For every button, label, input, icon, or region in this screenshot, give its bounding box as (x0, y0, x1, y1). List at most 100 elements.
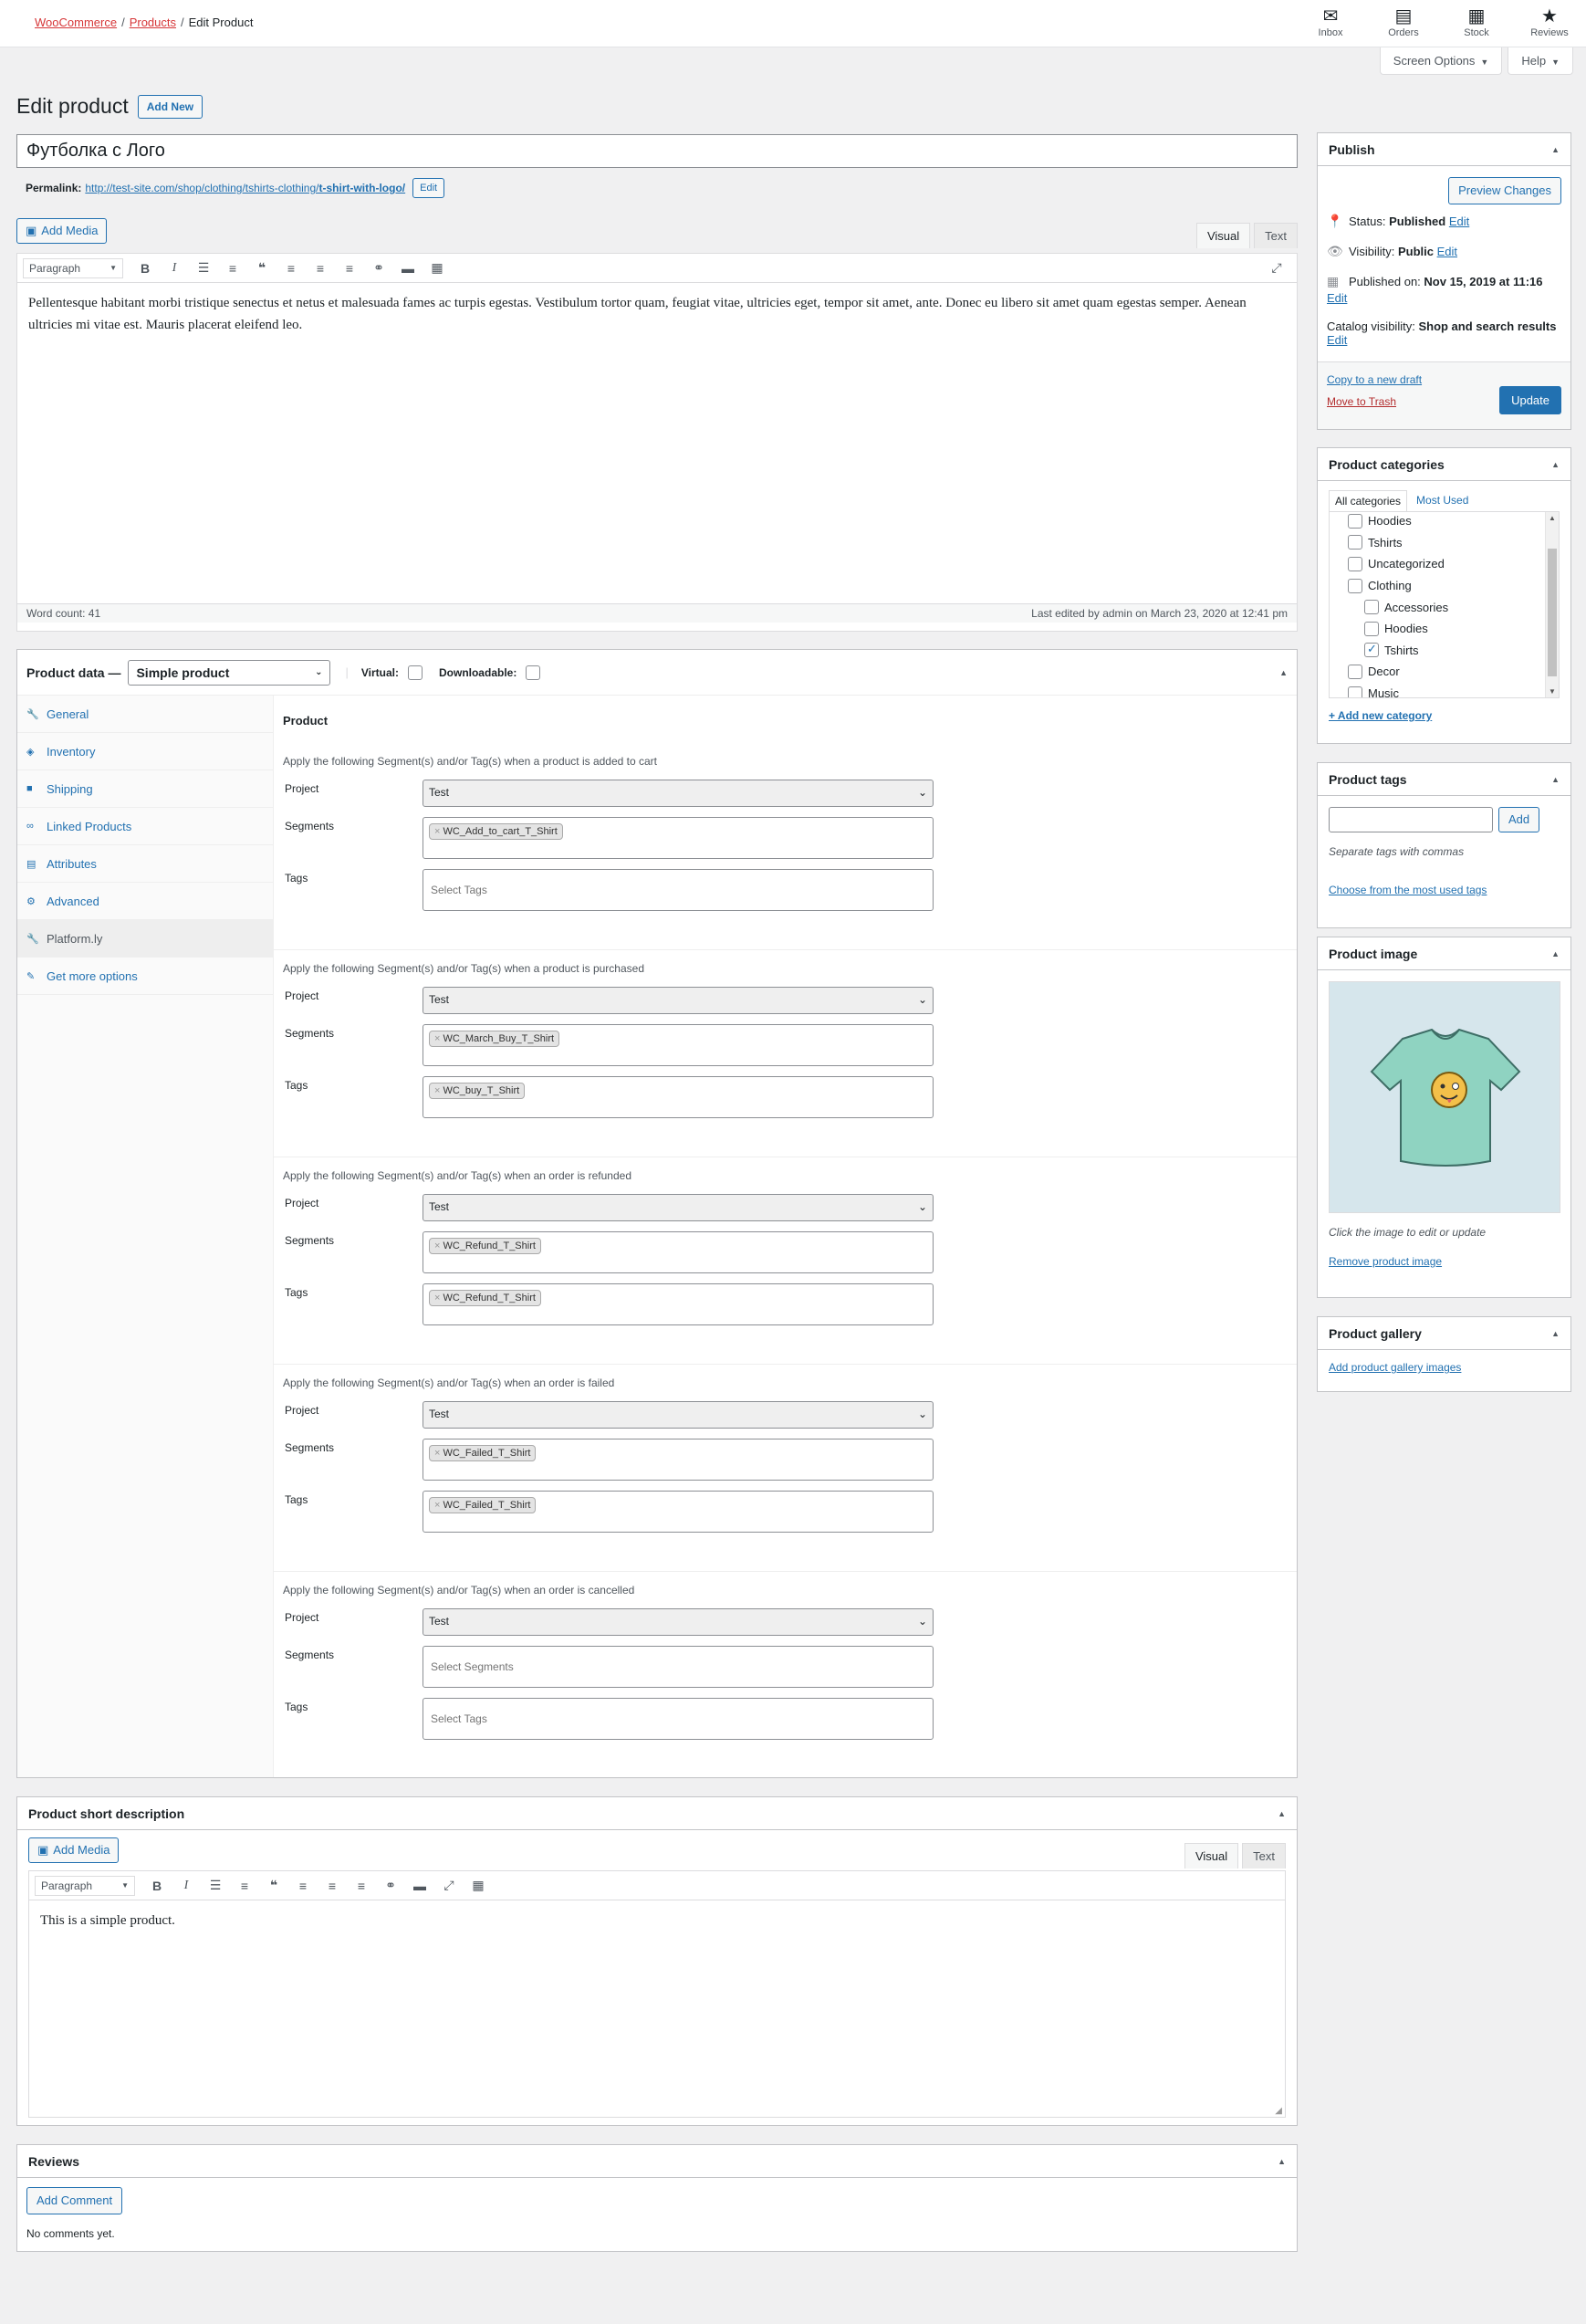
category-checkbox[interactable] (1348, 686, 1362, 697)
permalink-link[interactable]: http://test-site.com/shop/clothing/tshir… (85, 182, 409, 194)
bold-icon[interactable]: B (130, 261, 160, 276)
resize-handle-icon[interactable]: ◢ (1275, 2106, 1282, 2116)
category-checkbox[interactable] (1364, 621, 1379, 636)
remove-product-image-link[interactable]: Remove product image (1329, 1255, 1560, 1268)
align-right-icon[interactable]: ≡ (347, 1879, 376, 1893)
remove-chip-icon[interactable]: × (434, 1500, 440, 1511)
screen-options-button[interactable]: Screen Options ▼ (1379, 47, 1503, 75)
align-right-icon[interactable]: ≡ (335, 261, 364, 276)
remove-chip-icon[interactable]: × (434, 1241, 440, 1251)
activity-inbox-button[interactable]: ✉ Inbox (1294, 0, 1367, 47)
link-icon[interactable]: ⚭ (376, 1878, 405, 1893)
tab-visual[interactable]: Visual (1195, 223, 1251, 248)
permalink-edit-button[interactable]: Edit (412, 178, 445, 198)
category-item[interactable]: Hoodies (1348, 618, 1544, 640)
help-button[interactable]: Help ▼ (1508, 47, 1573, 75)
tab-inventory[interactable]: ◈ Inventory (17, 733, 273, 770)
project-select[interactable]: Test ⌄ (423, 780, 934, 807)
update-button[interactable]: Update (1499, 386, 1561, 414)
fullscreen-icon[interactable]: ⤢ (1262, 260, 1291, 276)
link-icon[interactable]: ⚭ (364, 260, 393, 276)
add-tag-button[interactable]: Add (1498, 807, 1540, 832)
catalog-edit-link[interactable]: Edit (1327, 333, 1561, 347)
collapse-toggle-icon[interactable]: ▲ (1551, 775, 1560, 784)
category-item[interactable]: Tshirts (1348, 640, 1544, 662)
category-item[interactable]: Music (1348, 683, 1544, 697)
tab-platform-ly[interactable]: 🔧 Platform.ly (17, 920, 273, 958)
tab-linked-products[interactable]: ∞ Linked Products (17, 808, 273, 845)
category-item[interactable]: Tshirts (1348, 532, 1544, 554)
align-center-icon[interactable]: ≡ (306, 261, 335, 276)
tags-multiselect[interactable]: × WC_Refund_T_Shirt (423, 1283, 934, 1325)
product-type-select[interactable]: Simple product ⌄ (128, 659, 331, 686)
italic-icon[interactable]: I (160, 261, 189, 276)
short-description-header[interactable]: Product short description ▲ (17, 1797, 1297, 1830)
tab-all-categories[interactable]: All categories (1329, 490, 1408, 511)
tags-multiselect[interactable]: × WC_buy_T_Shirt (423, 1076, 934, 1118)
product-image-thumbnail[interactable] (1329, 981, 1560, 1213)
category-checkbox[interactable] (1348, 513, 1362, 529)
collapse-toggle-icon[interactable]: ▲ (1279, 668, 1288, 677)
fullscreen-icon[interactable]: ⤢ (434, 1878, 464, 1893)
read-more-icon[interactable]: ▬ (393, 261, 423, 276)
scroll-down-icon[interactable]: ▼ (1549, 687, 1556, 696)
short-tab-visual[interactable]: Visual (1184, 1843, 1239, 1869)
scroll-up-icon[interactable]: ▲ (1549, 514, 1556, 522)
project-select[interactable]: Test ⌄ (423, 1608, 934, 1636)
tab-general[interactable]: 🔧 General (17, 696, 273, 733)
breadcrumb-woocommerce-link[interactable]: WooCommerce (35, 16, 117, 29)
category-item[interactable]: Decor (1348, 661, 1544, 683)
add-gallery-images-link[interactable]: Add product gallery images (1329, 1361, 1560, 1374)
segments-multiselect[interactable]: × WC_Refund_T_Shirt (423, 1231, 934, 1273)
tags-multiselect[interactable]: Select Tags (423, 869, 934, 911)
blockquote-icon[interactable]: ❝ (247, 260, 277, 276)
visibility-edit-link[interactable]: Edit (1437, 245, 1457, 258)
short-description-content[interactable]: This is a simple product. (29, 1900, 1285, 1941)
add-new-category-link[interactable]: + Add new category (1329, 709, 1560, 722)
collapse-toggle-icon[interactable]: ▲ (1551, 949, 1560, 958)
short-tab-text[interactable]: Text (1242, 1843, 1286, 1869)
category-item[interactable]: Clothing (1348, 575, 1544, 597)
categories-scrollbar[interactable]: ▲ ▼ (1545, 512, 1559, 697)
project-select[interactable]: Test ⌄ (423, 1401, 934, 1429)
add-media-button[interactable]: ▣ Add Media (16, 218, 108, 244)
publish-header[interactable]: Publish ▲ (1318, 133, 1570, 166)
move-to-trash-link[interactable]: Move to Trash (1327, 395, 1396, 408)
breadcrumb-products-link[interactable]: Products (130, 16, 176, 29)
remove-chip-icon[interactable]: × (434, 826, 440, 837)
segments-multiselect[interactable]: × WC_Add_to_cart_T_Shirt (423, 817, 934, 859)
status-edit-link[interactable]: Edit (1449, 215, 1469, 228)
collapse-toggle-icon[interactable]: ▲ (1551, 1329, 1560, 1338)
short-format-select[interactable]: Paragraph ▼ (35, 1875, 135, 1896)
add-new-button[interactable]: Add New (137, 94, 203, 119)
blockquote-icon[interactable]: ❝ (259, 1878, 288, 1893)
tab-shipping[interactable]: ■ Shipping (17, 770, 273, 808)
segments-multiselect[interactable]: Select Segments (423, 1646, 934, 1688)
activity-reviews-button[interactable]: ★ Reviews (1513, 0, 1586, 47)
bold-icon[interactable]: B (142, 1879, 172, 1893)
segments-multiselect[interactable]: × WC_Failed_T_Shirt (423, 1439, 934, 1481)
bullet-list-icon[interactable]: ☰ (201, 1878, 230, 1893)
add-comment-button[interactable]: Add Comment (26, 2187, 123, 2214)
numbered-list-icon[interactable]: ≡ (230, 1879, 259, 1893)
format-select[interactable]: Paragraph ▼ (23, 257, 123, 278)
reviews-header[interactable]: Reviews ▲ (17, 2145, 1297, 2178)
bullet-list-icon[interactable]: ☰ (189, 260, 218, 276)
tags-header[interactable]: Product tags ▲ (1318, 763, 1570, 796)
product-title-input[interactable]: Футболка с Лого (16, 134, 1298, 168)
short-add-media-button[interactable]: ▣ Add Media (28, 1837, 120, 1863)
category-checkbox[interactable] (1348, 578, 1362, 593)
product-gallery-header[interactable]: Product gallery ▲ (1318, 1317, 1570, 1350)
remove-chip-icon[interactable]: × (434, 1448, 440, 1459)
toolbar-toggle-icon[interactable]: ▦ (423, 260, 452, 276)
tab-get-more-options[interactable]: ✎ Get more options (17, 958, 273, 995)
align-center-icon[interactable]: ≡ (318, 1879, 347, 1893)
segments-multiselect[interactable]: × WC_March_Buy_T_Shirt (423, 1024, 934, 1066)
tab-advanced[interactable]: ⚙ Advanced (17, 883, 273, 920)
editor-content[interactable]: Pellentesque habitant morbi tristique se… (17, 283, 1297, 603)
remove-chip-icon[interactable]: × (434, 1085, 440, 1096)
virtual-checkbox[interactable] (407, 665, 423, 680)
tags-multiselect[interactable]: Select Tags (423, 1698, 934, 1740)
scroll-thumb[interactable] (1548, 549, 1557, 676)
align-left-icon[interactable]: ≡ (277, 261, 306, 276)
